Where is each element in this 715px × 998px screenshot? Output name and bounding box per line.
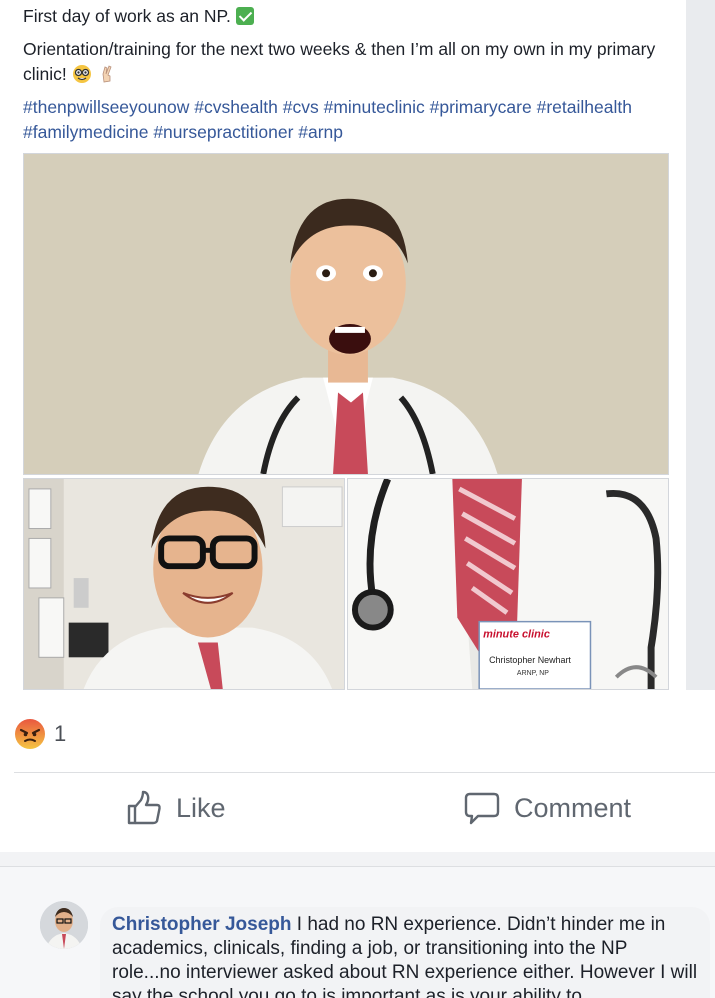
comment-bubble-icon xyxy=(464,792,500,825)
comment-button[interactable]: Comment xyxy=(464,790,631,826)
badge-name: Christopher Newhart xyxy=(489,655,571,665)
thumbs-up-icon xyxy=(127,790,161,825)
crossed-fingers-icon xyxy=(102,65,112,83)
post-line-1-text: First day of work as an NP. xyxy=(23,6,231,26)
comment-label: Comment xyxy=(514,792,632,823)
check-mark-icon xyxy=(235,7,254,25)
hashtags-link[interactable]: #thenpwillseeyounow #cvshealth #cvs #min… xyxy=(23,95,663,145)
post-card: First day of work as an NP. Orientation/… xyxy=(0,0,686,690)
like-button[interactable]: Like xyxy=(126,790,226,826)
main-photo[interactable] xyxy=(23,153,669,475)
post-text: First day of work as an NP. Orientation/… xyxy=(23,4,663,153)
like-label: Like xyxy=(176,792,226,823)
badge-brand: minute clinic xyxy=(483,629,550,641)
badge-photo[interactable]: minute clinic Christopher Newhart ARNP, … xyxy=(347,478,669,690)
post-line-2: Orientation/training for the next two we… xyxy=(23,37,663,87)
nerd-face-icon xyxy=(72,65,91,83)
divider xyxy=(14,772,715,773)
angry-face-icon xyxy=(15,719,45,749)
post-actions-card: 1 Like Comment xyxy=(0,690,715,852)
page-background xyxy=(686,0,715,690)
comment-bubble: Christopher Joseph I had no RN experienc… xyxy=(100,907,710,998)
comments-section: Christopher Joseph I had no RN experienc… xyxy=(0,852,715,998)
badge-title: ARNP, NP xyxy=(517,670,549,677)
glasses-photo[interactable] xyxy=(23,478,345,690)
reaction-count: 1 xyxy=(54,721,67,746)
commenter-avatar[interactable] xyxy=(40,901,88,949)
comment-author-link[interactable]: Christopher Joseph xyxy=(112,914,291,935)
post-line-2-text: Orientation/training for the next two we… xyxy=(23,39,656,84)
post-line-1: First day of work as an NP. xyxy=(23,4,663,29)
comments-list: Christopher Joseph I had no RN experienc… xyxy=(0,866,715,998)
reaction-summary[interactable]: 1 xyxy=(14,718,66,750)
